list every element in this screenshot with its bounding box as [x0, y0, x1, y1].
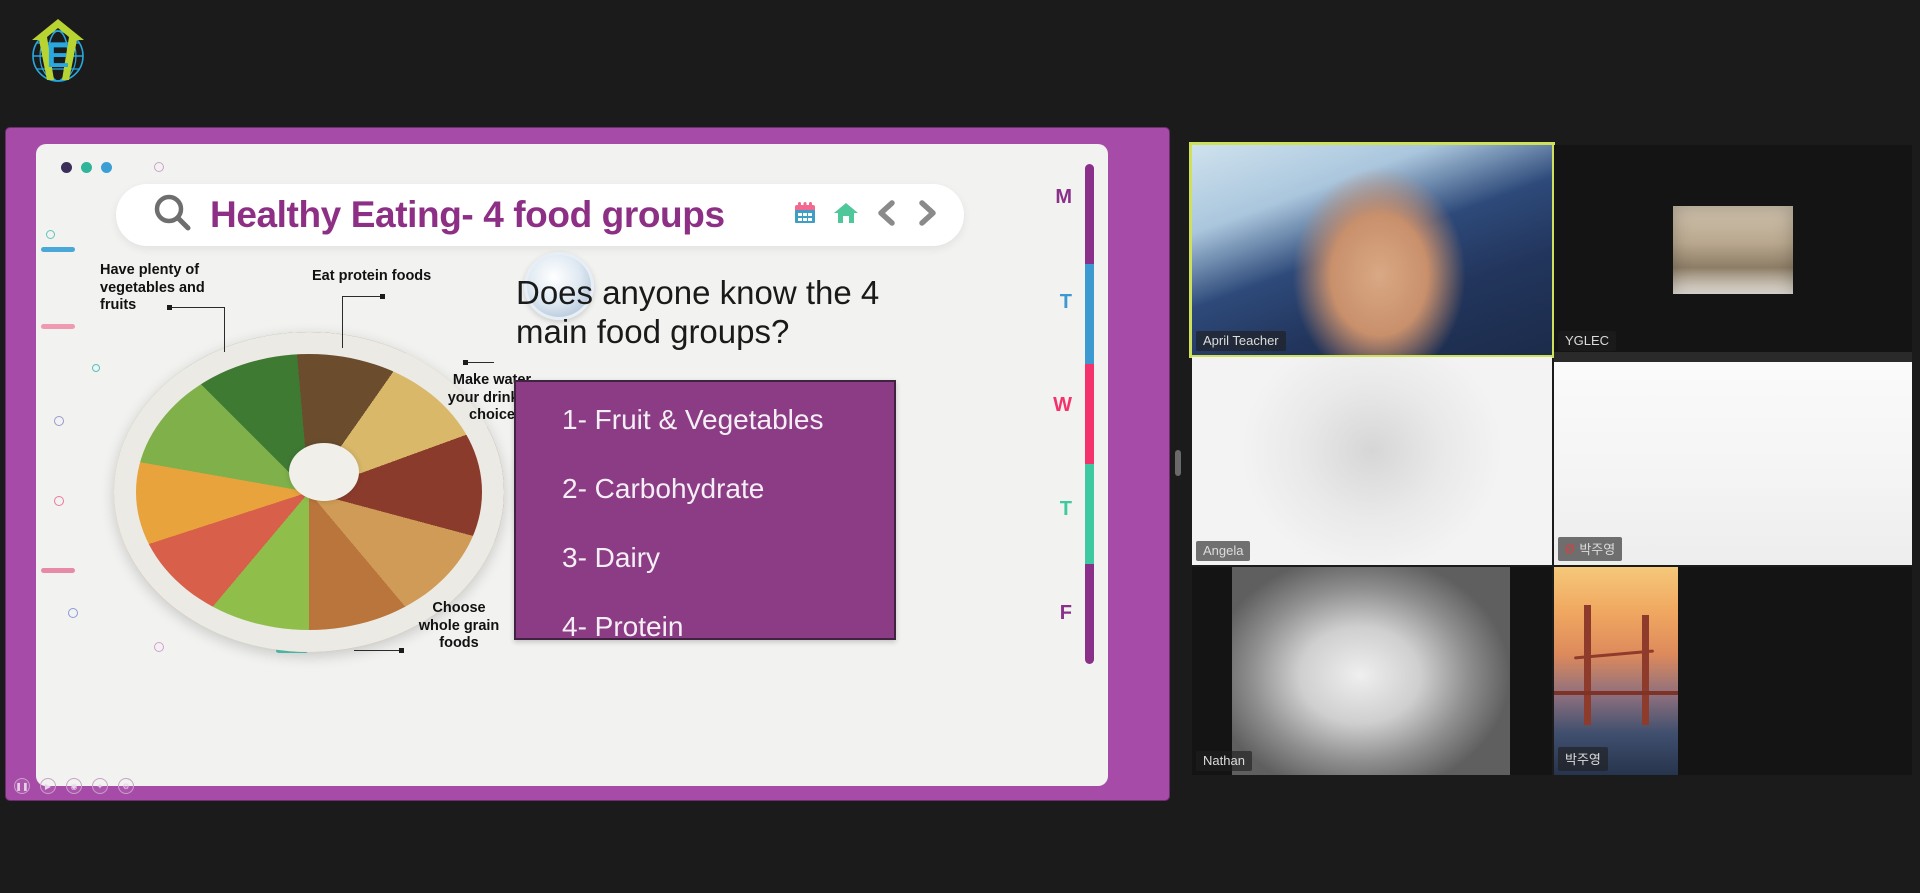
leader-dot-vegetables — [167, 305, 172, 310]
name-tag-parkjuyoung-shared: Ø 박주영 — [1558, 537, 1623, 561]
leader-dot-water — [463, 360, 468, 365]
healthy-plate-graphic: Have plenty of vegetables and fruits Eat… — [94, 252, 594, 682]
name-tag-angela: Angela — [1196, 541, 1251, 561]
dot-1 — [61, 162, 72, 173]
rail-segment-t2 — [1085, 464, 1094, 564]
rail-segment-f — [1085, 564, 1094, 664]
weekday-letter-m: M — [1055, 186, 1072, 208]
chevron-left-icon[interactable] — [874, 198, 900, 233]
name-tag-yglec: YGLEC — [1558, 331, 1617, 351]
leader-line-water — [466, 362, 494, 363]
rail-segment-t1 — [1085, 264, 1094, 364]
participant-name: 박주영 — [1579, 542, 1616, 557]
name-tag-nathan: Nathan — [1196, 751, 1252, 771]
plate-center-bowl — [289, 443, 359, 501]
video-feed-april-teacher — [1192, 145, 1552, 355]
participant-name: YGLEC — [1565, 333, 1610, 348]
home-icon[interactable] — [832, 200, 860, 231]
calendar-icon[interactable] — [792, 200, 818, 231]
rail-segment-m — [1085, 164, 1094, 264]
bridge-tower-right — [1642, 615, 1649, 725]
svg-text:E: E — [47, 37, 70, 75]
leader-line-protein — [342, 296, 382, 297]
rail-segment-w — [1085, 364, 1094, 464]
pointer-icon[interactable]: ✦ — [92, 778, 108, 794]
slide-canvas: Healthy Eating- 4 food groups M T W T F … — [36, 144, 1108, 786]
weekday-letter-t2: T — [1059, 498, 1072, 520]
participant-name: April Teacher — [1203, 333, 1279, 348]
weekday-rail-bar — [1085, 164, 1094, 664]
pause-icon[interactable]: ❚❚ — [14, 778, 30, 794]
video-tile-april-teacher[interactable]: April Teacher — [1192, 145, 1552, 355]
callout-protein: Eat protein foods — [312, 268, 432, 284]
forward-icon[interactable]: ▶ — [40, 778, 56, 794]
leader-line-vegetables — [170, 307, 225, 308]
video-feed-parkjuyoung-shared — [1554, 352, 1912, 565]
participant-name: Angela — [1203, 543, 1244, 558]
deco-pill-3 — [41, 568, 75, 573]
video-tile-nathan[interactable]: Nathan — [1192, 567, 1552, 775]
search-icon[interactable] — [150, 191, 194, 240]
deco-ring-4 — [54, 496, 64, 506]
leader-dot-wholegrain — [399, 648, 404, 653]
yglec-room-photo — [1673, 206, 1793, 294]
bridge-deck — [1554, 691, 1678, 695]
food-groups-box: 1- Fruit & Vegetables 2- Carbohydrate 3-… — [514, 380, 896, 642]
window-dots — [61, 162, 112, 173]
panel-drag-handle[interactable] — [1175, 450, 1181, 476]
dot-2 — [81, 162, 92, 173]
name-tag-april-teacher: April Teacher — [1196, 331, 1286, 351]
page-title: Healthy Eating- 4 food groups — [210, 194, 725, 235]
deco-pill-2 — [41, 324, 75, 329]
shared-screen-window[interactable]: Healthy Eating- 4 food groups M T W T F … — [6, 128, 1169, 800]
weekday-rail: M T W T F — [1028, 164, 1094, 664]
camera-icon[interactable]: ◉ — [66, 778, 82, 794]
weekday-letter-t1: T — [1059, 291, 1072, 313]
leader-line-protein-2 — [342, 296, 343, 348]
ele-globe-logo: E — [22, 10, 94, 88]
video-tile-yglec[interactable]: YGLEC — [1554, 145, 1912, 355]
slide-title-icons — [792, 198, 940, 233]
deco-ring-5 — [68, 608, 78, 618]
share-toolbar[interactable]: ❚❚ ▶ ◉ ✦ ⚙ — [14, 778, 134, 794]
food-group-item-3: 3- Dairy — [562, 542, 661, 573]
deco-ring-2 — [46, 230, 55, 239]
food-group-item-4: 4- Protein — [562, 611, 684, 642]
slide-title-bar[interactable]: Healthy Eating- 4 food groups — [116, 184, 964, 246]
participant-name: Nathan — [1203, 753, 1245, 768]
bridge-tower-left — [1584, 605, 1591, 725]
video-feed-parkjuyoung — [1554, 567, 1678, 775]
video-feed-nathan — [1232, 567, 1510, 775]
video-feed-yglec — [1554, 145, 1912, 355]
leader-line-wholegrain — [354, 650, 400, 651]
video-tile-parkjuyoung[interactable]: 박주영 — [1554, 567, 1912, 775]
weekday-letter-w: W — [1053, 394, 1072, 416]
park-top-strip — [1554, 352, 1912, 362]
leader-dot-protein — [380, 294, 385, 299]
slide-question: Does anyone know the 4 main food groups? — [516, 274, 880, 350]
leader-line-vegetables-2 — [224, 307, 225, 352]
chevron-right-icon[interactable] — [914, 198, 940, 233]
participant-name: 박주영 — [1565, 752, 1601, 767]
deco-ring-1 — [154, 162, 164, 172]
food-group-item-1: 1- Fruit & Vegetables — [562, 404, 824, 435]
deco-pill-1 — [41, 247, 75, 252]
video-feed-angela — [1192, 357, 1552, 565]
screen-root: E Healthy Eating- 4 food groups M T W T … — [0, 0, 1920, 893]
callout-wholegrain: Choose whole grain foods — [418, 600, 500, 652]
settings-icon[interactable]: ⚙ — [118, 778, 134, 794]
video-tile-parkjuyoung-shared[interactable]: Ø 박주영 — [1554, 352, 1912, 565]
mic-muted-icon: Ø — [1565, 541, 1575, 556]
dot-3 — [101, 162, 112, 173]
deco-ring-3 — [54, 416, 64, 426]
food-group-item-2: 2- Carbohydrate — [562, 473, 765, 504]
name-tag-parkjuyoung: 박주영 — [1558, 747, 1608, 771]
video-grid: April Teacher YGLEC Angela Ø 박주영 Nathan … — [1192, 145, 1912, 785]
video-tile-angela[interactable]: Angela — [1192, 357, 1552, 565]
weekday-letter-f: F — [1059, 602, 1072, 624]
